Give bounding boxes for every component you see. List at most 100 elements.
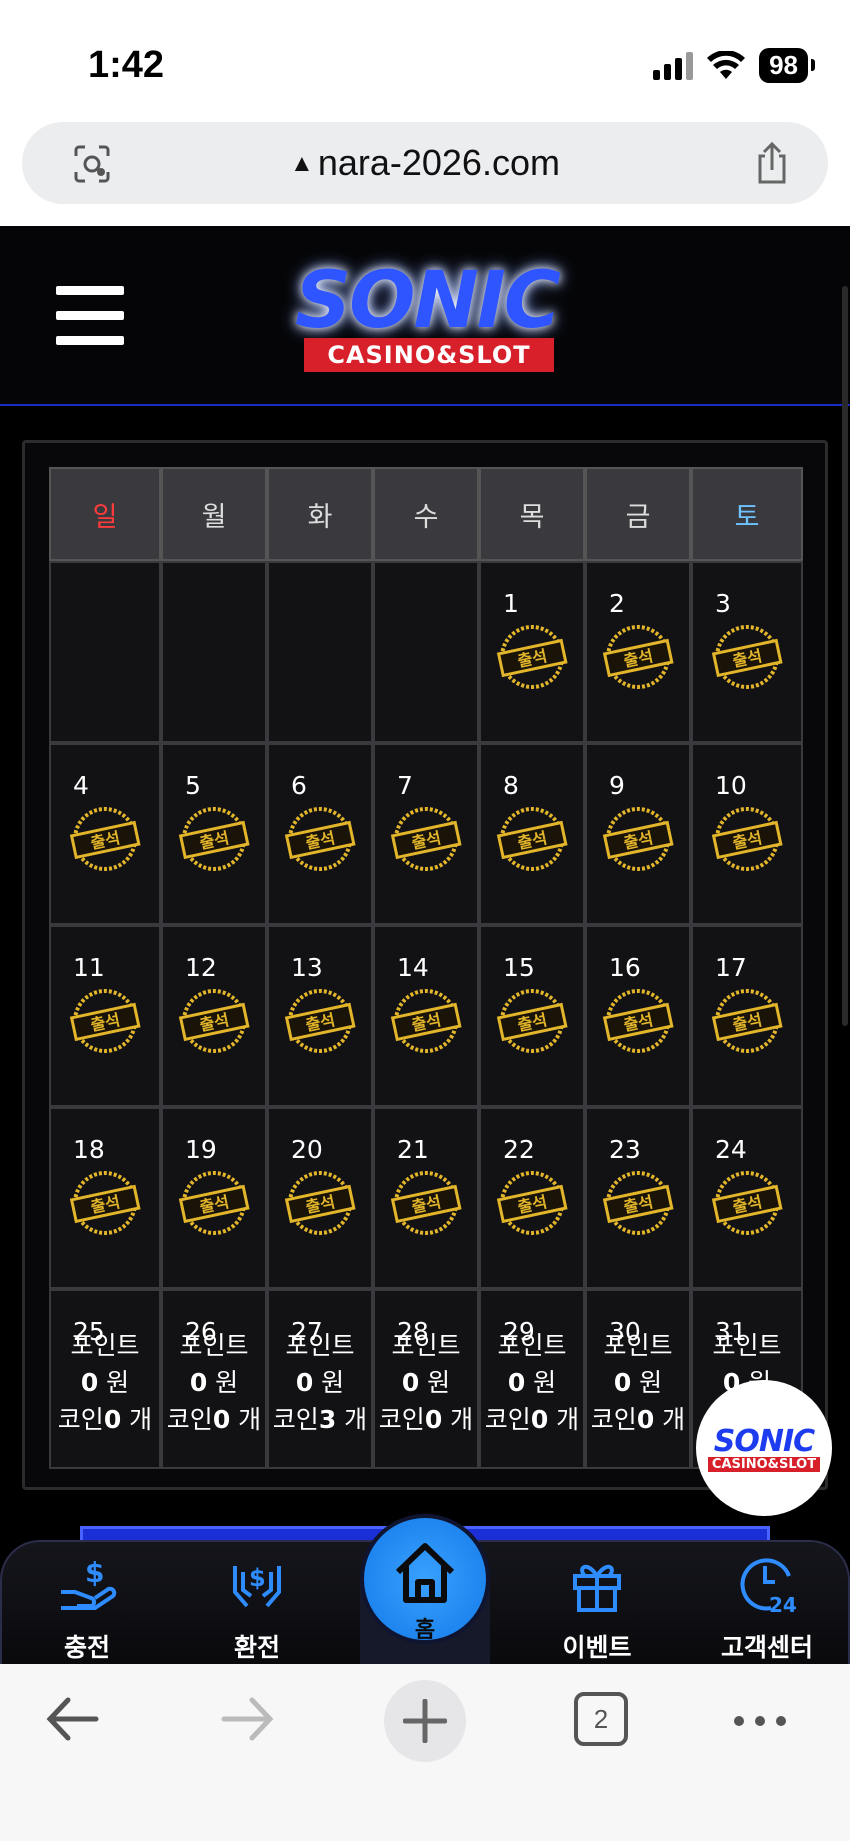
- points-label: 포인트: [603, 1331, 673, 1360]
- calendar-day-cell[interactable]: 21 출석: [373, 1107, 479, 1289]
- day-number: 21: [397, 1135, 429, 1164]
- weekday-wed: 수: [373, 467, 479, 561]
- support-24h-icon: 24: [740, 1558, 797, 1616]
- attendance-stamp-icon: 출석: [496, 989, 568, 1053]
- day-number: 22: [503, 1135, 535, 1164]
- home-icon: [395, 1543, 455, 1603]
- address-bar[interactable]: ▲ nara-2026.com: [22, 122, 828, 204]
- calendar-day-cell[interactable]: 24 출석: [691, 1107, 803, 1289]
- calendar-day-cell[interactable]: 9 출석: [585, 743, 691, 925]
- calendar-day-cell[interactable]: 11 출석: [49, 925, 161, 1107]
- calendar-day-cell[interactable]: 13 출석: [267, 925, 373, 1107]
- browser-toolbar: 2: [0, 1664, 850, 1841]
- new-tab-button[interactable]: [384, 1680, 466, 1762]
- day-number: 23: [609, 1135, 641, 1164]
- tabs-button[interactable]: 2: [574, 1692, 628, 1746]
- logo-wordmark: SONIC: [294, 256, 561, 346]
- calendar-empty-cell: [161, 561, 267, 743]
- nav-charge[interactable]: $ 충전: [12, 1542, 162, 1666]
- calendar-day-cell[interactable]: 2 출석: [585, 561, 691, 743]
- calendar-day-cell[interactable]: 19 출석: [161, 1107, 267, 1289]
- nav-support[interactable]: 24 고객센터: [692, 1542, 842, 1666]
- points-value: 0: [401, 1368, 420, 1397]
- points-value: 0: [507, 1368, 526, 1397]
- daily-reward-summary: 포인트 0 원 코인0 개: [163, 1327, 265, 1438]
- calendar-day-cell[interactable]: 20 출석: [267, 1107, 373, 1289]
- nav-event[interactable]: 이벤트: [522, 1542, 672, 1666]
- site-logo[interactable]: SONIC CASINO&SLOT: [282, 256, 572, 386]
- menu-icon[interactable]: [56, 286, 124, 345]
- coin-amount: 코인0 개: [375, 1401, 477, 1438]
- attendance-stamp-icon: 출석: [496, 1171, 568, 1235]
- calendar-week-row: 11 출석 12 출석 13 출석 14 출석 15 출석 16 출석 17 출석: [49, 925, 827, 1107]
- calendar-day-cell[interactable]: 1 출석: [479, 561, 585, 743]
- day-number: 10: [715, 771, 747, 800]
- calendar-day-cell[interactable]: 12 출석: [161, 925, 267, 1107]
- calendar-day-cell[interactable]: 27 포인트 0 원 코인3 개: [267, 1289, 373, 1469]
- calendar-empty-cell: [49, 561, 161, 743]
- daily-reward-summary: 포인트 0 원 코인0 개: [51, 1327, 159, 1438]
- calendar-day-cell[interactable]: 25 포인트 0 원 코인0 개: [49, 1289, 161, 1469]
- calendar-day-cell[interactable]: 5 출석: [161, 743, 267, 925]
- day-number: 5: [185, 771, 201, 800]
- calendar-day-cell[interactable]: 23 출석: [585, 1107, 691, 1289]
- plus-icon: [403, 1699, 447, 1743]
- attendance-stamp-icon: 출석: [496, 807, 568, 871]
- coin-label: 코인: [484, 1405, 531, 1434]
- coin-amount: 코인0 개: [163, 1401, 265, 1438]
- forward-arrow-icon[interactable]: [220, 1694, 276, 1744]
- browser-address-area: ▲ nara-2026.com: [0, 120, 850, 226]
- attendance-stamp-icon: 출석: [284, 989, 356, 1053]
- page-scrollbar[interactable]: [842, 286, 848, 1026]
- calendar-week-row: 4 출석 5 출석 6 출석 7 출석 8 출석 9 출석 10 출석: [49, 743, 827, 925]
- calendar-day-cell[interactable]: 28 포인트 0 원 코인0 개: [373, 1289, 479, 1469]
- calendar-week-row: 1 출석 2 출석 3 출석: [49, 561, 827, 743]
- coin-unit: 개: [344, 1405, 368, 1434]
- attendance-stamp-icon: 출석: [602, 989, 674, 1053]
- daily-reward-summary: 포인트 0 원 코인0 개: [481, 1327, 583, 1438]
- calendar-day-cell[interactable]: 15 출석: [479, 925, 585, 1107]
- back-arrow-icon[interactable]: [44, 1694, 100, 1744]
- calendar-day-cell[interactable]: 26 포인트 0 원 코인0 개: [161, 1289, 267, 1469]
- attendance-stamp-icon: 출석: [284, 807, 356, 871]
- points-amount: 0 원: [375, 1364, 477, 1401]
- calendar-day-cell[interactable]: 10 출석: [691, 743, 803, 925]
- calendar-day-cell[interactable]: 29 포인트 0 원 코인0 개: [479, 1289, 585, 1469]
- weekday-header: 일 월 화 수 목 금 토: [49, 467, 827, 561]
- calendar-day-cell[interactable]: 30 포인트 0 원 코인0 개: [585, 1289, 691, 1469]
- day-number: 24: [715, 1135, 747, 1164]
- nav-event-label: 이벤트: [562, 1633, 632, 1662]
- floating-logo-button[interactable]: SONIC CASINO&SLOT: [696, 1380, 832, 1516]
- weekday-sun: 일: [49, 467, 161, 561]
- nav-exchange[interactable]: $ 환전: [182, 1542, 332, 1666]
- coin-label: 코인: [590, 1405, 637, 1434]
- won-unit: 원: [215, 1368, 239, 1397]
- nav-exchange-label: 환전: [233, 1633, 280, 1662]
- calendar-day-cell[interactable]: 3 출석: [691, 561, 803, 743]
- logo-subtitle: CASINO&SLOT: [304, 338, 554, 372]
- calendar-day-cell[interactable]: 4 출석: [49, 743, 161, 925]
- calendar-day-cell[interactable]: 18 출석: [49, 1107, 161, 1289]
- calendar-day-cell[interactable]: 7 출석: [373, 743, 479, 925]
- attendance-stamp-icon: 출석: [602, 1171, 674, 1235]
- coin-label: 코인: [378, 1405, 425, 1434]
- svg-text:24: 24: [769, 1593, 797, 1616]
- nav-home[interactable]: 홈: [360, 1514, 490, 1664]
- calendar-day-cell[interactable]: 22 출석: [479, 1107, 585, 1289]
- more-options-icon[interactable]: [732, 1714, 788, 1728]
- attendance-stamp-icon: 출석: [602, 625, 674, 689]
- day-number: 14: [397, 953, 429, 982]
- attendance-stamp-icon: 출석: [178, 807, 250, 871]
- calendar-day-cell[interactable]: 14 출석: [373, 925, 479, 1107]
- points-label: 포인트: [285, 1331, 355, 1360]
- calendar-day-cell[interactable]: 6 출석: [267, 743, 373, 925]
- share-icon[interactable]: [752, 142, 792, 186]
- calendar-day-cell[interactable]: 8 출석: [479, 743, 585, 925]
- coin-value: 0: [212, 1405, 231, 1434]
- day-number: 18: [73, 1135, 105, 1164]
- attendance-stamp-icon: 출석: [178, 989, 250, 1053]
- calendar-day-cell[interactable]: 17 출석: [691, 925, 803, 1107]
- points-amount: 0 원: [587, 1364, 689, 1401]
- site-header: SONIC CASINO&SLOT: [0, 226, 850, 406]
- calendar-day-cell[interactable]: 16 출석: [585, 925, 691, 1107]
